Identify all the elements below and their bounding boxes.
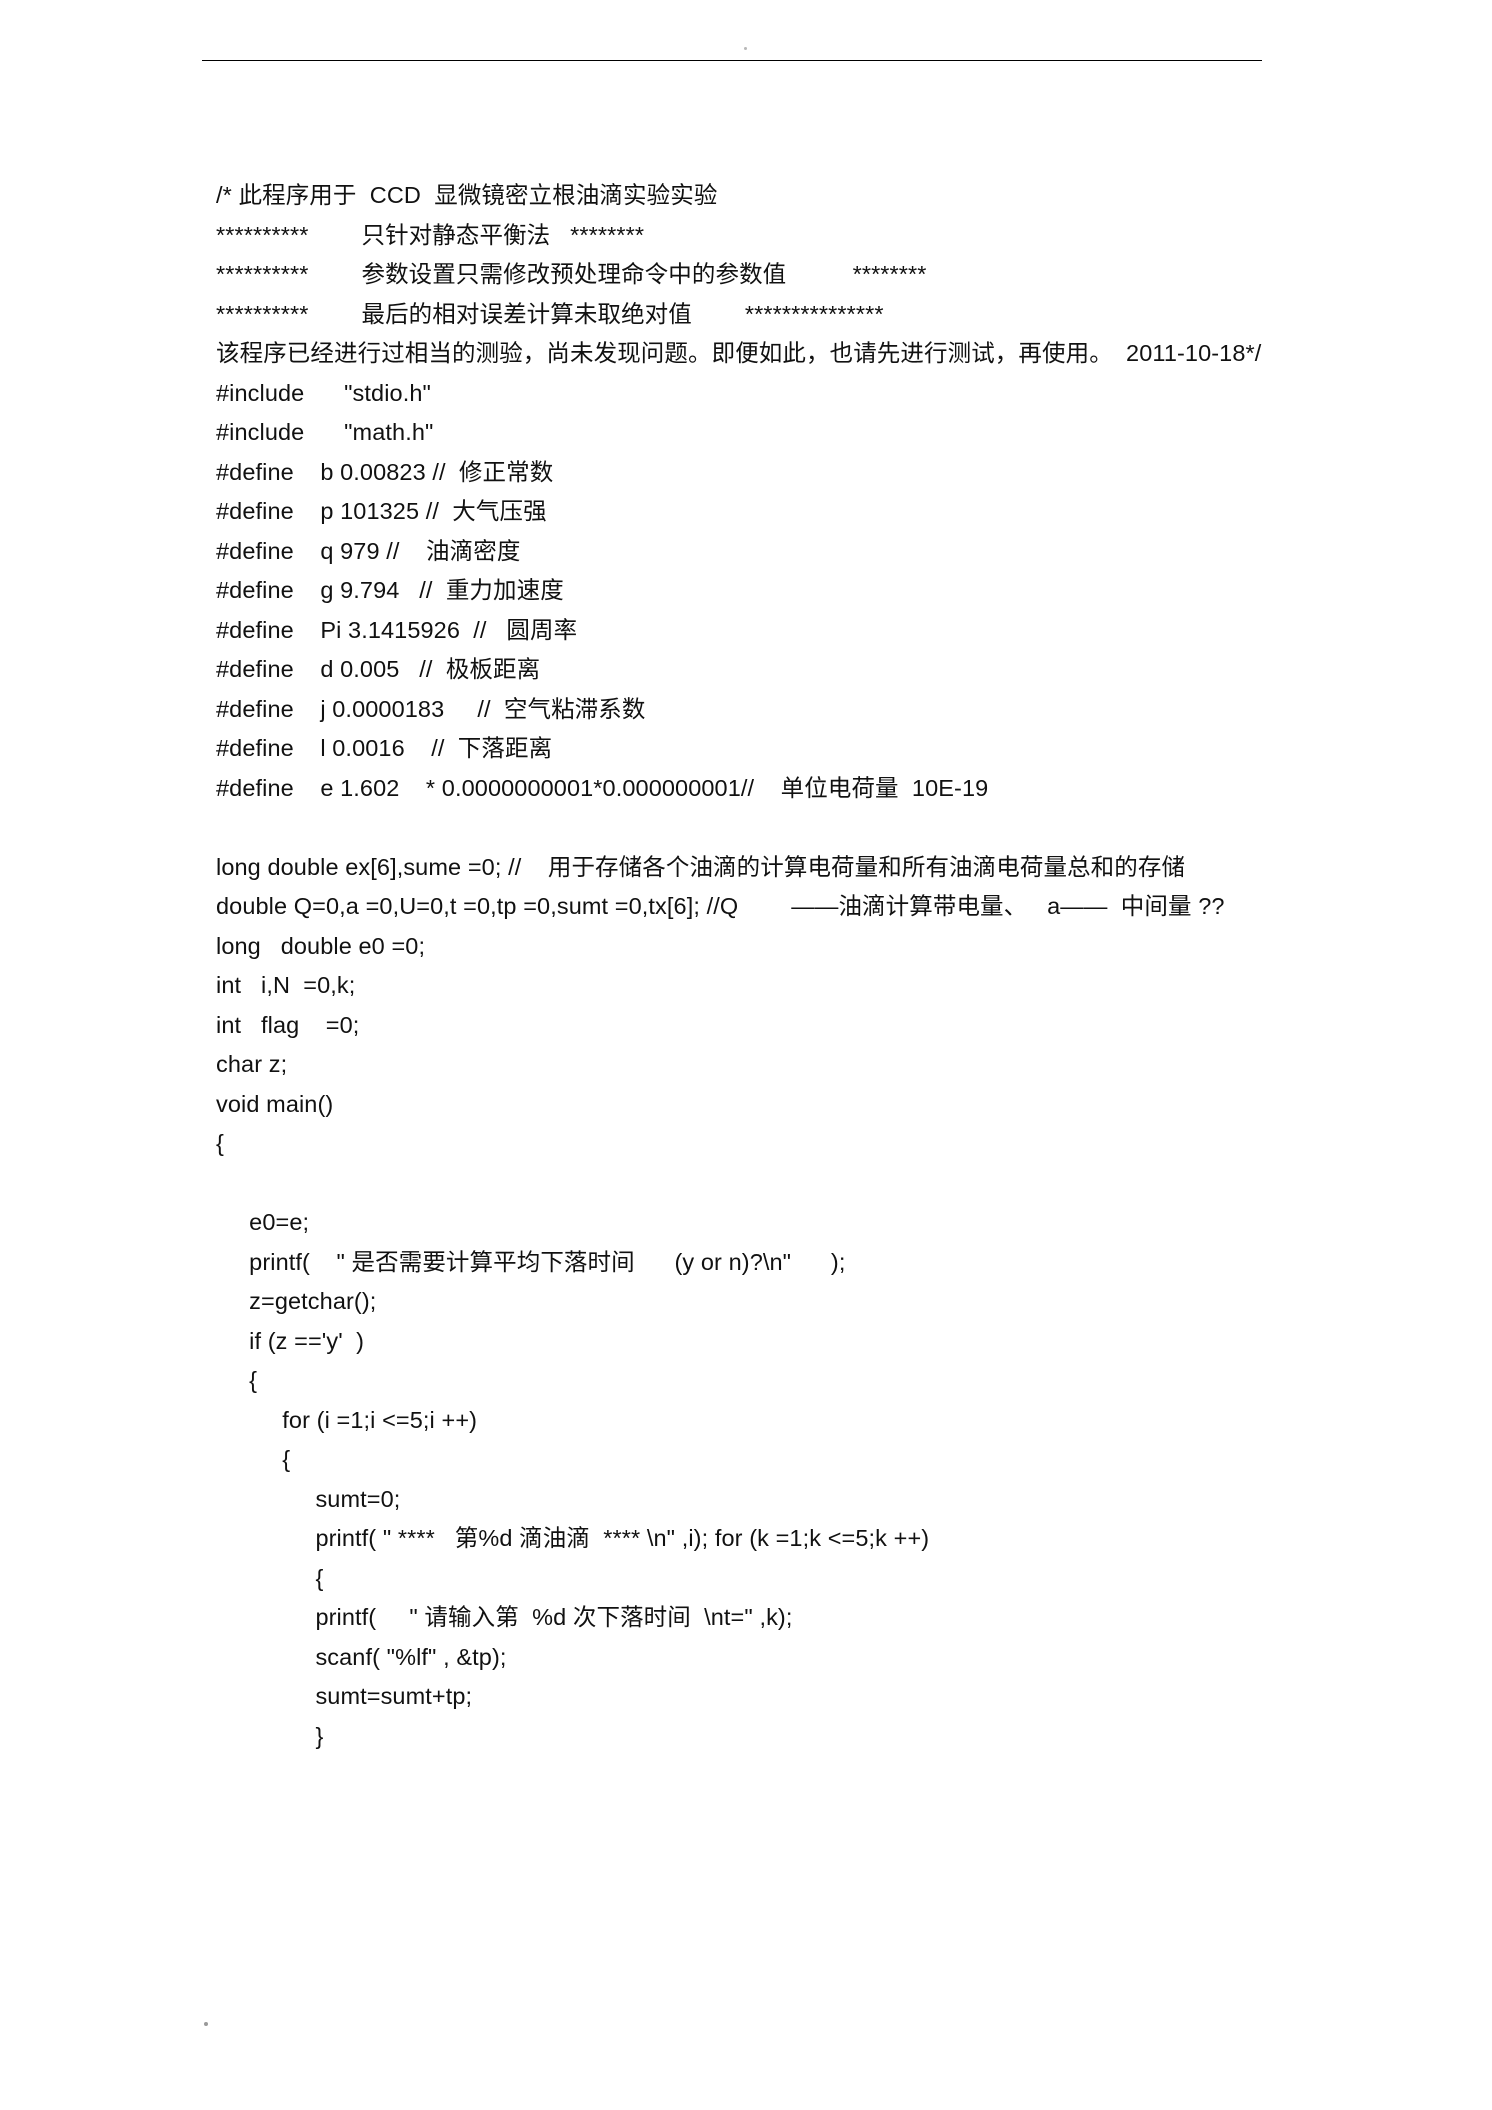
- code-line-if-z-equals-y: if (z =='y' ): [216, 1327, 364, 1354]
- code-line-scanf-tp: scanf( "%lf" , &tp);: [216, 1643, 507, 1670]
- header-artifact-dot: [744, 47, 747, 50]
- code-line-printf-drop-for-k: printf( " **** 第%d 滴油滴 **** \n" ,i); for…: [216, 1525, 930, 1551]
- code-line-open-brace-for-k: {: [216, 1564, 324, 1591]
- code-line-printf-prompt: printf( " 是否需要计算平均下落时间 (y or n)?\n" );: [216, 1248, 846, 1275]
- code-line-comment-stars-3: ********** 最后的相对误差计算未取绝对值 **************…: [216, 300, 884, 327]
- code-line-include-math: #include "math.h": [216, 419, 434, 445]
- code-line-define-g: #define g 9.794 // 重力加速度: [216, 577, 564, 603]
- code-line-comment-header: /* 此程序用于 CCD 显微镜密立根油滴实验实验: [216, 182, 718, 208]
- code-line-printf-input-time: printf( " 请输入第 %d 次下落时间 \nt=" ,k);: [216, 1604, 793, 1630]
- code-line-comment-note: 该程序已经进行过相当的测验，尚未发现问题。即便如此，也请先进行测试，再使用。 2…: [216, 340, 1262, 366]
- code-line-define-j: #define j 0.0000183 // 空气粘滞系数: [216, 695, 646, 722]
- code-line-define-pi: #define Pi 3.1415926 // 圆周率: [216, 616, 578, 643]
- code-line-sumt-reset: sumt=0;: [216, 1485, 401, 1512]
- code-line-decl-longdouble-ex: long double ex[6],sume =0; // 用于存储各个油滴的计…: [216, 853, 1186, 880]
- code-line-define-b: #define b 0.00823 // 修正常数: [216, 458, 554, 485]
- code-line-assign-e0: e0=e;: [216, 1209, 310, 1235]
- code-line-for-i-loop: for (i =1;i <=5;i ++): [216, 1406, 478, 1433]
- code-line-decl-char-z: char z;: [216, 1051, 288, 1077]
- code-line-define-q: #define q 979 // 油滴密度: [216, 537, 521, 564]
- code-line-define-d: #define d 0.005 // 极板距离: [216, 656, 541, 682]
- code-line-define-l: #define l 0.0016 // 下落距离: [216, 735, 553, 761]
- code-line-void-main: void main(): [216, 1090, 334, 1117]
- page-header-rule: [202, 60, 1262, 61]
- footer-artifact-dot: [204, 2022, 208, 2026]
- code-line-close-brace-for-k: }: [216, 1722, 324, 1749]
- code-line-decl-longdouble-e0: long double e0 =0;: [216, 932, 426, 959]
- code-line-define-p: #define p 101325 // 大气压强: [216, 498, 547, 524]
- code-line-getchar: z=getchar();: [216, 1288, 377, 1314]
- code-line-sumt-accumulate: sumt=sumt+tp;: [216, 1683, 473, 1709]
- code-line-decl-int-i-n-k: int i,N =0,k;: [216, 972, 356, 998]
- code-line-open-brace-for-i: {: [216, 1446, 291, 1472]
- document-page: /* 此程序用于 CCD 显微镜密立根油滴实验实验 ********** 只针对…: [0, 0, 1492, 2110]
- code-line-open-brace-main: {: [216, 1130, 224, 1156]
- code-line-decl-double-q: double Q=0,a =0,U=0,t =0,tp =0,sumt =0,t…: [216, 893, 1225, 919]
- code-line-comment-stars-2: ********** 参数设置只需修改预处理命令中的参数值 ********: [216, 261, 927, 287]
- code-line-decl-int-flag: int flag =0;: [216, 1011, 360, 1038]
- code-line-comment-stars-1: ********** 只针对静态平衡法 ********: [216, 221, 645, 248]
- code-line-open-brace-if: {: [216, 1367, 258, 1393]
- code-line-define-e: #define e 1.602 * 0.0000000001*0.0000000…: [216, 774, 989, 801]
- code-listing-body: /* 此程序用于 CCD 显微镜密立根油滴实验实验 ********** 只针对…: [216, 176, 1296, 1756]
- code-line-include-stdio: #include "stdio.h": [216, 379, 431, 406]
